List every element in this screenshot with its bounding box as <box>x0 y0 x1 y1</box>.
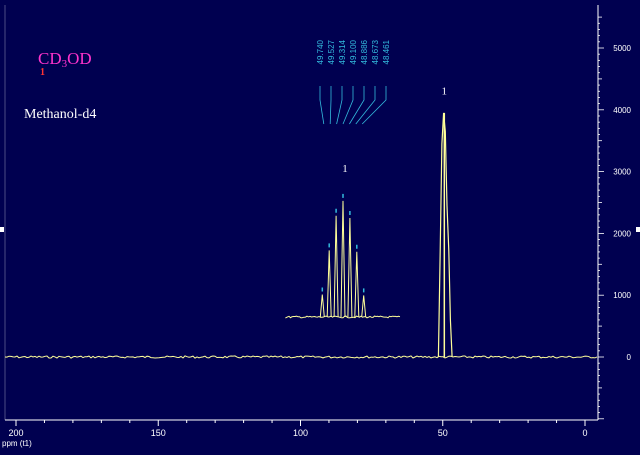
compound-formula: CD3OD <box>38 50 92 73</box>
y-tick-label: 4000 <box>613 106 631 115</box>
inset-peak <box>347 217 353 318</box>
peak-list-value: 49.740 <box>316 39 325 64</box>
peak-list-value: 49.100 <box>349 39 358 64</box>
peak-list-leader <box>361 86 387 125</box>
baseline-noise <box>4 355 598 359</box>
main-peak-label: 1 <box>442 85 448 97</box>
x-tick-label: 0 <box>582 428 587 438</box>
y-tick-label: 5000 <box>613 44 631 53</box>
peak-list-leader <box>342 86 354 125</box>
inset-peak <box>361 295 367 318</box>
peak-list-leader <box>355 86 376 125</box>
inset-peak <box>333 215 339 318</box>
nmr-spectrum-chart: 200 150 100 50 00100020003000400050001149.74… <box>0 5 640 438</box>
main-peak-line <box>437 112 453 358</box>
left-edge-handle <box>0 227 4 232</box>
inset-peak-label: 1 <box>342 163 348 175</box>
formula-main: CD <box>38 49 62 68</box>
x-tick-label: 50 <box>438 428 448 438</box>
peak-list-leader <box>329 86 332 125</box>
inset-peak <box>326 250 332 318</box>
peak-list-value: 48.673 <box>371 39 380 64</box>
inset-peak <box>319 294 325 318</box>
y-tick-label: 0 <box>627 353 632 362</box>
peak-list-leader <box>336 86 343 125</box>
inset-baseline <box>285 315 401 319</box>
nmr-spectrum-window: 200 150 100 50 0 0 1000 2000 3000 4000 5000 1 1 49.74… <box>0 0 640 455</box>
peak-list-leader <box>319 86 325 125</box>
peak-list-value: 48.461 <box>382 39 391 64</box>
x-tick-label: 200 <box>8 428 23 438</box>
y-tick-label: 2000 <box>613 229 631 238</box>
peak-list-value: 48.886 <box>360 39 369 64</box>
formula-tail: OD <box>67 49 92 68</box>
x-tick-label: 150 <box>151 428 166 438</box>
right-edge-handle <box>636 227 640 232</box>
x-axis-label: ppm (t1) <box>2 439 32 448</box>
inset-peak <box>340 200 346 318</box>
solvent-name: Methanol-d4 <box>24 107 97 122</box>
peak-list-value: 49.314 <box>338 39 347 64</box>
peak-list-value: 49.527 <box>327 39 336 64</box>
x-tick-label: 100 <box>293 428 308 438</box>
y-tick-label: 1000 <box>613 291 631 300</box>
atom-number-label: 1 <box>40 67 45 78</box>
peak-list-leader <box>349 86 365 125</box>
y-tick-label: 3000 <box>613 168 631 177</box>
inset-peak <box>354 251 360 318</box>
